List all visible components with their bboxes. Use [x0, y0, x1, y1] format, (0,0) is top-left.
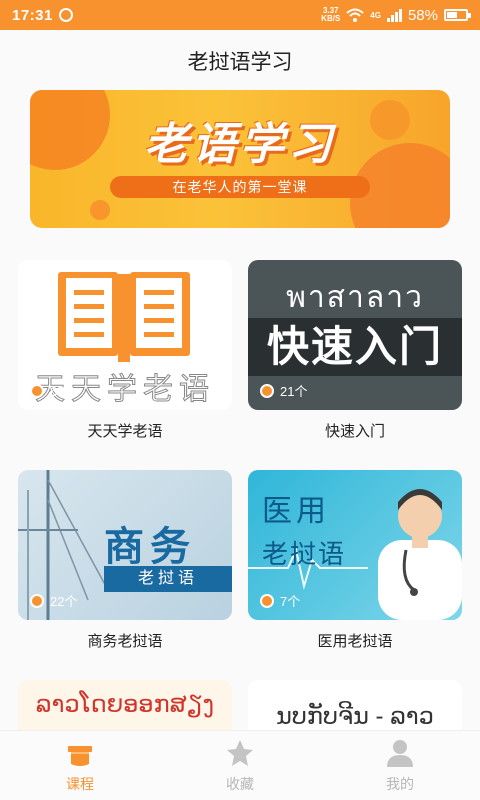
bottom-navigation: 课程 收藏 我的: [0, 730, 480, 800]
user-icon: [387, 739, 413, 767]
status-time: 17:31: [12, 6, 53, 24]
count-icon: [260, 593, 274, 608]
tab-label: 课程: [66, 775, 94, 792]
thumbnail-caption: 快速入门: [248, 318, 462, 376]
signal-icon: [386, 8, 402, 22]
course-title: 医用老挝语: [317, 633, 393, 650]
graduation-cap-icon: [68, 745, 92, 766]
alarm-icon: [58, 8, 73, 22]
wifi-icon: [346, 8, 364, 22]
lesson-count-value: 65个: [50, 384, 78, 399]
thumbnail-caption: 商务: [104, 525, 196, 569]
page-title: 老挝语学习: [0, 30, 480, 92]
count-icon: [30, 383, 44, 398]
banner-decoration: [90, 200, 110, 220]
count-icon: [260, 383, 274, 398]
course-title: 商务老挝语: [87, 633, 163, 650]
course-thumbnail: 天天学老语 65个: [18, 260, 232, 410]
network-type: 4G: [370, 10, 381, 20]
lesson-count: 7个: [260, 591, 300, 610]
lesson-count-value: 21个: [280, 384, 308, 399]
course-title: 天天学老语: [87, 423, 163, 440]
app-screen: 17:31 3.37 KB/S 4G 58% 老挝语学习 老语学习 在老华人的第…: [0, 0, 480, 800]
lesson-count: 22个: [30, 591, 77, 610]
thumbnail-caption: ນບກັບຈີນ - ລາວ: [276, 703, 434, 730]
tab-courses[interactable]: 课程: [0, 731, 160, 800]
banner-subtitle: 在老华人的第一堂课: [110, 176, 370, 198]
lesson-count: 65个: [30, 381, 77, 400]
banner-title: 老语学习: [144, 120, 336, 169]
course-card-daily-lao[interactable]: 天天学老语 65个 天天学老语: [18, 260, 232, 441]
count-icon: [30, 593, 44, 608]
net-speed: 3.37 KB/S: [321, 7, 340, 23]
thumbnail-caption: 医用: [262, 495, 330, 528]
tab-profile[interactable]: 我的: [320, 731, 480, 800]
status-bar: 17:31 3.37 KB/S 4G 58%: [0, 0, 480, 30]
course-card-medical[interactable]: 医用 老挝语 7个 医用老挝语: [248, 470, 462, 651]
course-card-business[interactable]: 商务 老挝语 22个 商务老挝语: [18, 470, 232, 651]
lesson-count: 21个: [260, 381, 307, 400]
battery-percent: 58%: [407, 6, 438, 24]
course-title: 快速入门: [324, 423, 385, 440]
lesson-count-value: 22个: [50, 594, 78, 609]
thumbnail-lao-text: พาสาลาว: [286, 281, 424, 314]
course-thumbnail: พาสาลาว 快速入门 21个: [248, 260, 462, 410]
promo-banner[interactable]: 老语学习 在老华人的第一堂课: [30, 90, 450, 228]
net-speed-unit: KB/S: [321, 14, 341, 23]
battery-icon: [444, 9, 471, 21]
thumbnail-caption: ລາວໂດຍອອກສຽງ: [35, 691, 215, 718]
star-icon: [227, 739, 253, 766]
course-thumbnail: 商务 老挝语 22个: [18, 470, 232, 620]
tab-label: 收藏: [226, 775, 254, 792]
lesson-count-value: 7个: [280, 594, 301, 609]
thumbnail-subcaption: 老挝语: [262, 539, 347, 569]
thumbnail-subcaption: 老挝语: [104, 566, 232, 592]
tab-label: 我的: [386, 775, 414, 792]
tab-favorites[interactable]: 收藏: [160, 731, 320, 800]
course-thumbnail: 医用 老挝语 7个: [248, 470, 462, 620]
course-card-quick-start[interactable]: พาสาลาว 快速入门 21个 快速入门: [248, 260, 462, 441]
